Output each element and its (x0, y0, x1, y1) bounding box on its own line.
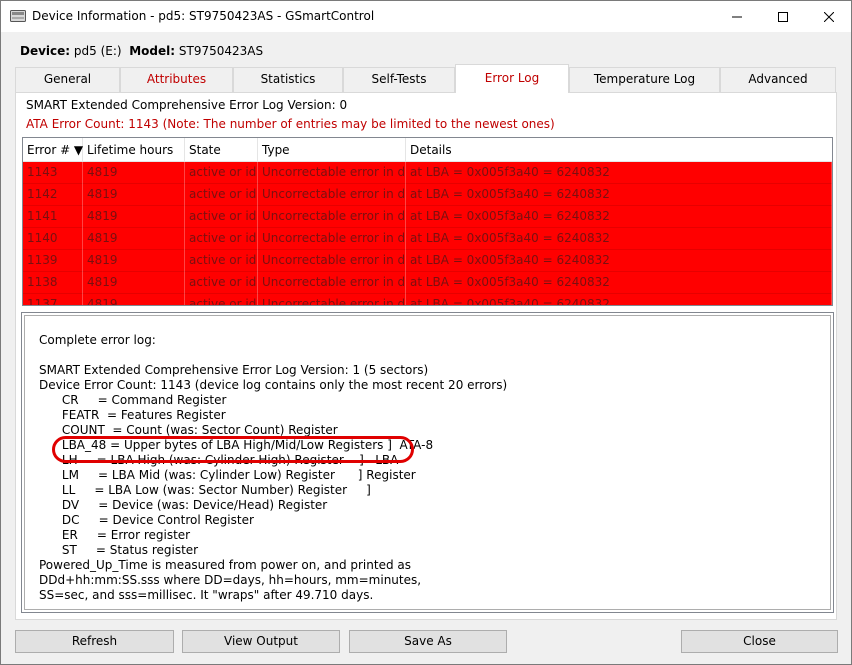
cell-error-number: 1137 (23, 294, 83, 305)
tab-bar: General Attributes Statistics Self-Tests… (15, 64, 836, 93)
device-information-window: Device Information - pd5: ST9750423AS - … (0, 0, 852, 665)
log-line: ER = Error register (39, 528, 191, 542)
cell-state: active or idle (185, 294, 258, 305)
complete-error-log-text-area[interactable]: Complete error log: SMART Extended Compr… (24, 315, 831, 610)
cell-state: active or idle (185, 162, 258, 184)
log-line: SMART Extended Comprehensive Error Log V… (39, 363, 429, 377)
cell-lifetime-hours: 4819 (83, 272, 185, 294)
cell-error-number: 1138 (23, 272, 83, 294)
log-line: Device Error Count: 1143 (device log con… (39, 378, 508, 392)
app-icon (10, 9, 26, 23)
table-row[interactable]: 1140 4819 active or idle Uncorrectable e… (23, 228, 832, 250)
tab-error-log[interactable]: Error Log (455, 64, 569, 93)
table-body: 1143 4819 active or idle Uncorrectable e… (23, 162, 832, 305)
log-line: DV = Device (was: Device/Head) Register (39, 498, 328, 512)
red-highlight-ellipse (52, 436, 414, 463)
table-row[interactable]: 1141 4819 active or idle Uncorrectable e… (23, 206, 832, 228)
cell-state: active or idle (185, 206, 258, 228)
table-row[interactable]: 1143 4819 active or idle Uncorrectable e… (23, 162, 832, 184)
cell-state: active or idle (185, 228, 258, 250)
model-label: Model: (129, 44, 176, 58)
complete-error-log-box[interactable]: Complete error log: SMART Extended Compr… (21, 312, 834, 613)
cell-type: Uncorrectable error in data (258, 206, 406, 228)
column-header-details[interactable]: Details (406, 138, 832, 162)
column-header-lifetime-hours[interactable]: Lifetime hours (83, 138, 185, 162)
error-count-text: ATA Error Count: 1143 (Note: The number … (26, 117, 555, 131)
log-line: Powered_Up_Time is measured from power o… (39, 558, 411, 572)
device-label: Device: (20, 44, 71, 58)
column-header-state[interactable]: State (185, 138, 258, 162)
cell-details: at LBA = 0x005f3a40 = 6240832 (406, 162, 832, 184)
cell-lifetime-hours: 4819 (83, 294, 185, 305)
cell-error-number: 1139 (23, 250, 83, 272)
tab-statistics[interactable]: Statistics (233, 67, 343, 92)
cell-type: Uncorrectable error in data (258, 184, 406, 206)
cell-state: active or idle (185, 250, 258, 272)
tab-advanced[interactable]: Advanced (720, 67, 836, 92)
cell-error-number: 1142 (23, 184, 83, 206)
log-line: Complete error log: (39, 333, 156, 347)
cell-lifetime-hours: 4819 (83, 228, 185, 250)
close-button[interactable]: Close (681, 630, 838, 653)
cell-error-number: 1143 (23, 162, 83, 184)
table-row[interactable]: 1138 4819 active or idle Uncorrectable e… (23, 272, 832, 294)
cell-details: at LBA = 0x005f3a40 = 6240832 (406, 294, 832, 305)
tab-attributes[interactable]: Attributes (120, 67, 233, 92)
model-value: ST9750423AS (178, 44, 264, 58)
cell-details: at LBA = 0x005f3a40 = 6240832 (406, 250, 832, 272)
minimize-button[interactable] (714, 1, 760, 32)
tab-self-tests[interactable]: Self-Tests (343, 67, 455, 92)
error-log-panel: SMART Extended Comprehensive Error Log V… (15, 92, 837, 620)
close-window-button[interactable] (806, 1, 852, 32)
cell-details: at LBA = 0x005f3a40 = 6240832 (406, 184, 832, 206)
log-line: FEATR = Features Register (39, 408, 226, 422)
cell-type: Uncorrectable error in data (258, 294, 406, 305)
log-line: CR = Command Register (39, 393, 227, 407)
cell-type: Uncorrectable error in data (258, 162, 406, 184)
cell-error-number: 1140 (23, 228, 83, 250)
save-as-button[interactable]: Save As (349, 630, 507, 653)
cell-type: Uncorrectable error in data (258, 228, 406, 250)
error-table[interactable]: Error # ▼ Lifetime hours State Type Deta… (22, 137, 833, 306)
cell-type: Uncorrectable error in data (258, 250, 406, 272)
column-header-error-number[interactable]: Error # ▼ (23, 138, 83, 162)
table-row[interactable]: 1142 4819 active or idle Uncorrectable e… (23, 184, 832, 206)
log-line: DC = Device Control Register (39, 513, 254, 527)
cell-lifetime-hours: 4819 (83, 184, 185, 206)
tab-general[interactable]: General (15, 67, 120, 92)
cell-type: Uncorrectable error in data (258, 272, 406, 294)
table-row[interactable]: 1139 4819 active or idle Uncorrectable e… (23, 250, 832, 272)
cell-lifetime-hours: 4819 (83, 162, 185, 184)
cell-state: active or idle (185, 184, 258, 206)
close-icon (824, 11, 834, 22)
device-value: pd5 (E:) (73, 44, 122, 58)
log-version-text: SMART Extended Comprehensive Error Log V… (26, 98, 348, 112)
cell-details: at LBA = 0x005f3a40 = 6240832 (406, 228, 832, 250)
log-line: SS=sec, and sss=millisec. It "wraps" aft… (39, 588, 374, 602)
device-info-line: Device: pd5 (E:) Model: ST9750423AS (20, 44, 263, 58)
table-header: Error # ▼ Lifetime hours State Type Deta… (23, 138, 832, 162)
maximize-button[interactable] (760, 1, 806, 32)
table-row[interactable]: 1137 4819 active or idle Uncorrectable e… (23, 294, 832, 305)
cell-lifetime-hours: 4819 (83, 206, 185, 228)
log-line: ST = Status register (39, 543, 199, 557)
refresh-button[interactable]: Refresh (15, 630, 174, 653)
cell-details: at LBA = 0x005f3a40 = 6240832 (406, 272, 832, 294)
log-line: LL = LBA Low (was: Sector Number) Regist… (39, 483, 371, 497)
title-bar[interactable]: Device Information - pd5: ST9750423AS - … (1, 1, 851, 32)
view-output-button[interactable]: View Output (182, 630, 340, 653)
cell-state: active or idle (185, 272, 258, 294)
cell-lifetime-hours: 4819 (83, 250, 185, 272)
column-header-type[interactable]: Type (258, 138, 406, 162)
cell-details: at LBA = 0x005f3a40 = 6240832 (406, 206, 832, 228)
minimize-icon (732, 16, 742, 17)
log-line: DDd+hh:mm:SS.sss where DD=days, hh=hours… (39, 573, 422, 587)
tab-temperature-log[interactable]: Temperature Log (569, 67, 720, 92)
cell-error-number: 1141 (23, 206, 83, 228)
log-line: LM = LBA Mid (was: Cylinder Low) Registe… (39, 468, 416, 482)
window-title: Device Information - pd5: ST9750423AS - … (32, 9, 375, 23)
maximize-icon (778, 11, 788, 22)
